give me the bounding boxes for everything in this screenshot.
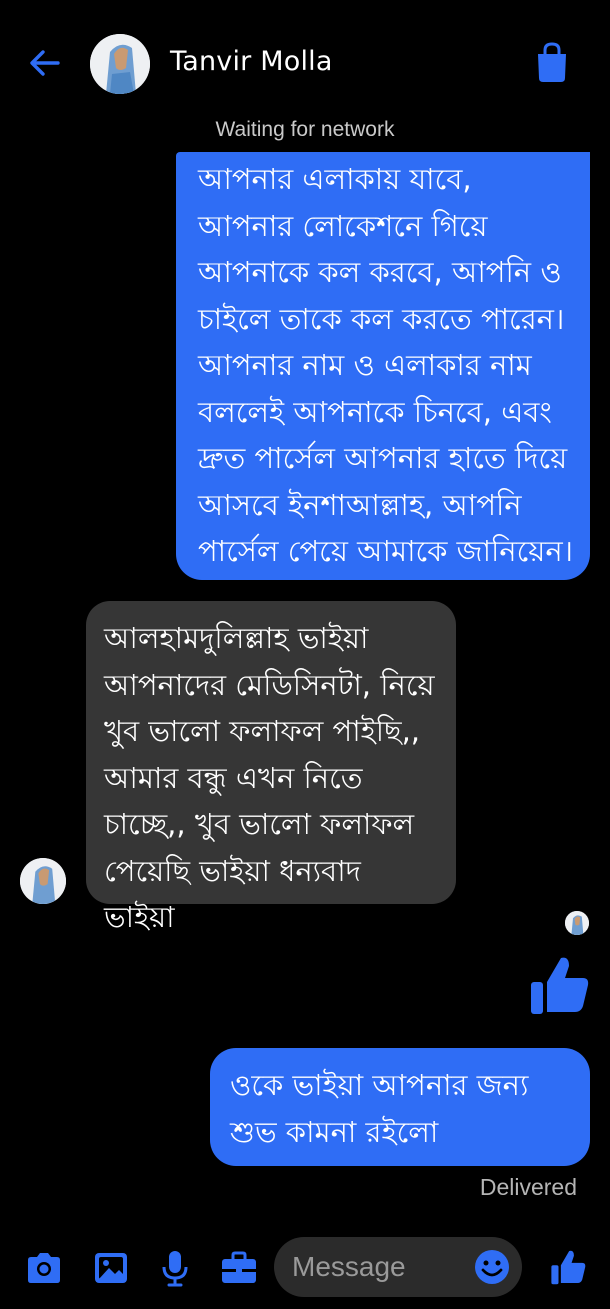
message-bubble-sent[interactable]: ওকে ভাইয়া আপনার জন্য শুভ কামনা রইলো — [210, 1048, 590, 1166]
delivery-status: Delivered — [479, 1174, 577, 1200]
message-bubble-received[interactable]: আলহামদুলিল্লাহ ভাইয়া আপনাদের মেডিসিনটা,… — [86, 601, 456, 934]
sender-avatar[interactable] — [20, 858, 66, 904]
shopping-bag-icon[interactable] — [532, 40, 572, 84]
arrow-left-icon[interactable] — [24, 42, 66, 84]
chat-header: Tanvir Molla — [0, 0, 610, 125]
thumbs-up-icon[interactable] — [527, 954, 591, 1016]
network-status: Waiting for network — [215, 118, 395, 141]
briefcase-icon[interactable] — [219, 1248, 259, 1288]
thumbs-up-icon[interactable] — [549, 1248, 587, 1286]
image-icon[interactable] — [91, 1248, 131, 1288]
contact-avatar[interactable] — [90, 34, 150, 94]
microphone-icon[interactable] — [155, 1248, 195, 1288]
camera-icon[interactable] — [24, 1248, 64, 1288]
message-bubble-sent[interactable]: আপনার এলাকায় যাবে, আপনার লোকেশনে গিয়ে … — [176, 152, 590, 580]
read-receipt-avatar — [565, 911, 589, 935]
emoji-icon[interactable] — [474, 1249, 510, 1285]
contact-name[interactable]: Tanvir Molla — [170, 46, 333, 77]
